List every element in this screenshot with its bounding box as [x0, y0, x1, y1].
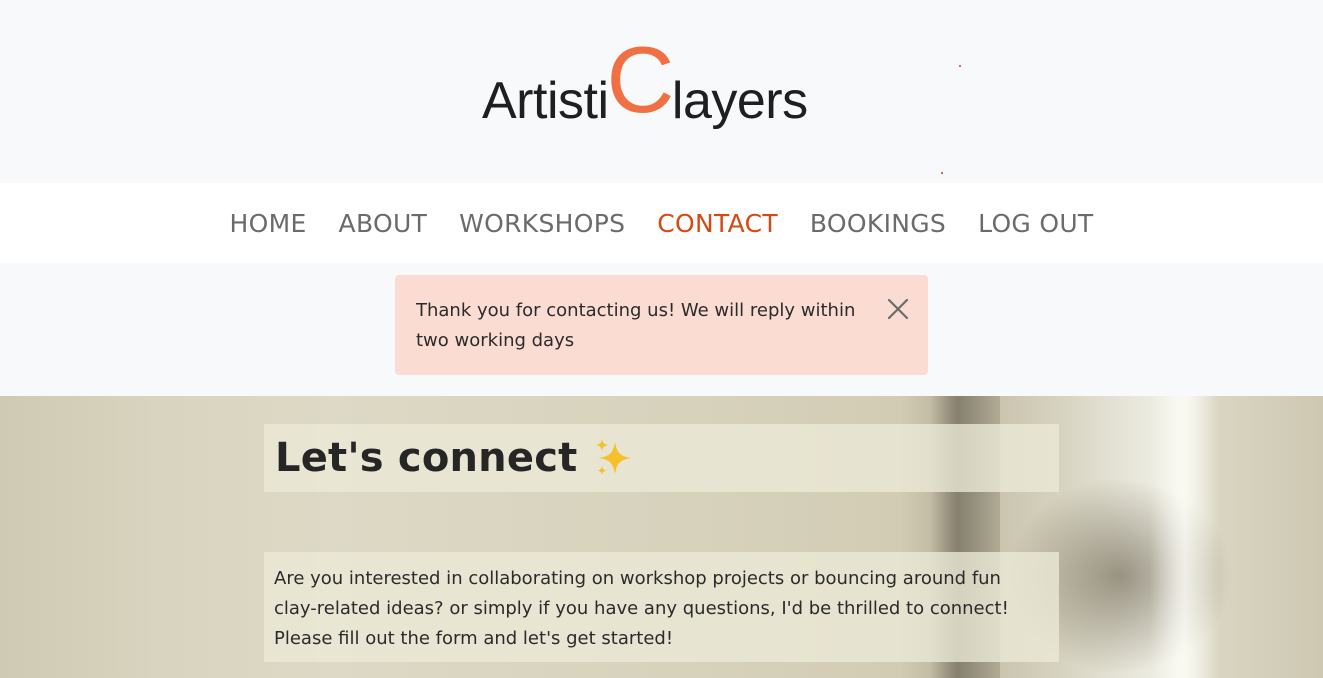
nav-bookings[interactable]: BOOKINGS: [810, 209, 946, 238]
sparkles-icon: [596, 439, 632, 475]
nav-log-out[interactable]: LOG OUT: [978, 209, 1093, 238]
success-alert: Thank you for contacting us! We will rep…: [395, 275, 928, 375]
logo-letter-c: C: [606, 27, 675, 132]
site-logo[interactable]: Artisti C layers: [482, 33, 808, 130]
nav-home[interactable]: HOME: [230, 209, 307, 238]
close-icon[interactable]: [886, 297, 910, 321]
contact-hero: Let's connect Are you interested in coll…: [0, 396, 1323, 678]
site-header: Artisti C layers: [0, 0, 1323, 183]
logo-text-artisti: Artisti: [482, 72, 609, 130]
decorative-dot: [941, 172, 943, 174]
alert-area: Thank you for contacting us! We will rep…: [0, 263, 1323, 396]
nav-contact[interactable]: CONTACT: [657, 209, 778, 238]
heading-box: Let's connect: [264, 424, 1059, 492]
decorative-dot: [959, 65, 961, 67]
background-light: [1150, 396, 1220, 678]
intro-paragraph: Are you interested in collaborating on w…: [274, 568, 1009, 649]
main-navigation: HOME ABOUT WORKSHOPS CONTACT BOOKINGS LO…: [0, 183, 1323, 263]
alert-message: Thank you for contacting us! We will rep…: [416, 300, 856, 351]
logo-text-layers: layers: [671, 72, 808, 130]
page-title: Let's connect: [275, 435, 578, 481]
nav-workshops[interactable]: WORKSHOPS: [459, 209, 625, 238]
intro-paragraph-box: Are you interested in collaborating on w…: [264, 552, 1059, 662]
nav-about[interactable]: ABOUT: [339, 209, 428, 238]
